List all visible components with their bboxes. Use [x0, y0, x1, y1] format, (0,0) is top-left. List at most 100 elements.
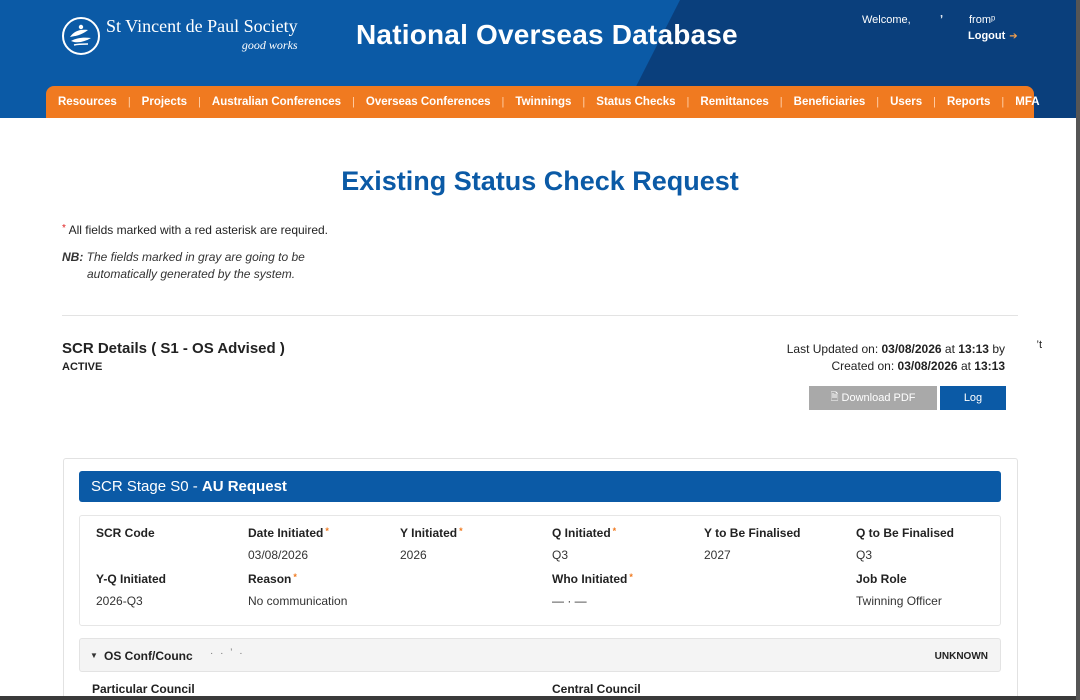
nav-item-australian-conferences[interactable]: Australian Conferences — [212, 96, 341, 108]
field-who-initiated: Who Initiated * — · — — [552, 572, 633, 608]
accordion-title-redacted: · · ʼ · — [210, 648, 245, 659]
org-name: St Vincent de Paul Society — [106, 16, 298, 36]
field-y-initiated: Y Initiated * 2026 — [400, 526, 463, 562]
nav-separator: | — [933, 96, 936, 108]
particular-council-label: Particular Council — [92, 682, 195, 696]
created-line: Created on: 03/08/2026 at 13:13 — [787, 358, 1005, 375]
last-updated-user-redacted: ’t — [1036, 339, 1043, 351]
nav-separator: | — [352, 96, 355, 108]
nb-line-1: The fields marked in gray are going to b… — [86, 250, 305, 264]
required-asterisk: * — [612, 526, 617, 536]
field-value: Q3 — [856, 548, 873, 562]
field-q-initiated: Q Initiated * Q3 — [552, 526, 616, 562]
field-y-to-be-finalised: Y to Be Finalised 2027 — [704, 526, 800, 562]
nav-item-remittances[interactable]: Remittances — [700, 96, 768, 108]
app-title: National Overseas Database — [356, 19, 738, 50]
nav-separator: | — [127, 96, 131, 108]
field-q-to-be-finalised: Q to Be Finalised Q3 — [856, 526, 954, 562]
required-asterisk: * — [325, 526, 329, 536]
org-logo[interactable]: St Vincent de Paul Society good works — [62, 16, 298, 55]
nav-item-resources[interactable]: Resources — [58, 96, 117, 108]
field-value: Q3 — [552, 548, 569, 562]
field-label: Who Initiated * — [552, 572, 633, 586]
required-note-text: All fields marked with a red asterisk ar… — [68, 223, 329, 237]
required-fields-note: * All fields marked with a red asterisk … — [62, 223, 328, 237]
field-label: Q Initiated * — [552, 526, 616, 540]
window-bottom-edge — [0, 696, 1080, 700]
nav-separator: | — [582, 96, 586, 108]
nb-line-2: automatically generated by the system. — [87, 267, 296, 281]
field-value: 2026-Q3 — [96, 594, 143, 608]
field-value — [96, 548, 155, 562]
user-welcome: Welcome, ʼ fromᵖ — [862, 14, 995, 26]
label-text: Who Initiated — [552, 572, 628, 586]
last-updated-label: Last Updated on: — [786, 342, 879, 356]
org-tagline: good works — [241, 38, 298, 52]
nav-separator: | — [779, 96, 783, 108]
nb-note: NB: The fields marked in gray are going … — [62, 249, 305, 283]
field-value: — · — — [552, 594, 587, 608]
welcome-text: Welcome, — [862, 14, 911, 26]
stage-header: SCR Stage S0 - AU Request — [79, 471, 1001, 502]
required-asterisk: * — [629, 572, 633, 582]
stage-fields-panel: SCR Code Date Initiated * 03/08/2026 Y In… — [79, 515, 1001, 626]
field-value: 03/08/2026 — [248, 548, 309, 562]
nav-item-projects[interactable]: Projects — [142, 96, 187, 108]
field-label: Job Role — [856, 572, 907, 586]
nav-separator: | — [686, 96, 690, 108]
required-asterisk: * — [459, 526, 463, 536]
nav-separator: | — [1001, 96, 1005, 108]
divider — [62, 315, 1018, 316]
nav-item-overseas-conferences[interactable]: Overseas Conferences — [366, 96, 491, 108]
accordion-title: OS Conf/Counc — [104, 649, 193, 663]
nav-item-twinnings[interactable]: Twinnings — [515, 96, 571, 108]
nav-item-mfa[interactable]: MFA — [1015, 96, 1039, 108]
update-info: Last Updated on: 03/08/2026 at 13:13 by … — [786, 339, 1042, 375]
field-value: Twinning Officer — [856, 594, 942, 608]
os-conf-accordion[interactable]: ▼ OS Conf/Counc · · ʼ · UNKNOWN — [79, 638, 1001, 672]
required-asterisk: * — [62, 223, 66, 234]
status-badge: UNKNOWN — [934, 651, 988, 662]
download-pdf-label: Download PDF — [841, 392, 916, 404]
nav-item-reports[interactable]: Reports — [947, 96, 990, 108]
log-button[interactable]: Log — [940, 386, 1006, 410]
nav-item-users[interactable]: Users — [890, 96, 922, 108]
svdp-logo-icon — [62, 17, 100, 55]
label-text: Q Initiated — [552, 526, 611, 540]
user-name-redacted: ʼ — [940, 14, 944, 26]
logout-link[interactable]: Logout ➔ — [968, 30, 1018, 42]
pdf-file-icon: 🗎 — [830, 391, 839, 403]
site-header: St Vincent de Paul Society good works Na… — [0, 0, 1080, 118]
field-label: Y to Be Finalised — [704, 526, 801, 540]
field-label: Reason * — [248, 572, 347, 586]
scr-status: ACTIVE — [62, 361, 103, 373]
field-value: 2027 — [704, 548, 731, 562]
stage-prefix: SCR Stage S0 - — [91, 478, 198, 495]
field-scr-code: SCR Code — [96, 526, 155, 562]
field-job-role: Job Role Twinning Officer — [856, 572, 942, 608]
field-value: 2026 — [400, 548, 427, 562]
scr-details-title: SCR Details ( S1 - OS Advised ) — [62, 340, 285, 357]
nav-item-status-checks[interactable]: Status Checks — [596, 96, 675, 108]
field-label: SCR Code — [96, 526, 155, 540]
created-label: Created on: — [831, 359, 895, 373]
field-label: Date Initiated * — [248, 526, 329, 540]
field-label: Y Initiated * — [400, 526, 463, 540]
download-pdf-button[interactable]: 🗎 Download PDF — [809, 386, 937, 410]
nav-item-beneficiaries[interactable]: Beneficiaries — [794, 96, 866, 108]
last-updated-at: at — [944, 342, 955, 356]
nav-separator: | — [876, 96, 880, 108]
nb-label: NB: — [62, 250, 84, 264]
main-nav: Resources | Projects | Australian Conferen… — [46, 86, 1040, 118]
last-updated-date: 03/08/2026 — [881, 342, 942, 356]
central-council-label: Central Council — [552, 682, 641, 696]
caret-down-icon: ▼ — [90, 651, 98, 660]
created-date: 03/08/2026 — [897, 359, 958, 373]
field-label: Q to Be Finalised — [856, 526, 955, 540]
logout-label: Logout — [968, 30, 1006, 42]
field-reason: Reason * No communication — [248, 572, 347, 608]
nav-separator: | — [198, 96, 201, 108]
field-date-initiated: Date Initiated * 03/08/2026 — [248, 526, 329, 562]
nav-separator: | — [501, 96, 505, 108]
last-updated-by: by — [992, 342, 1005, 356]
